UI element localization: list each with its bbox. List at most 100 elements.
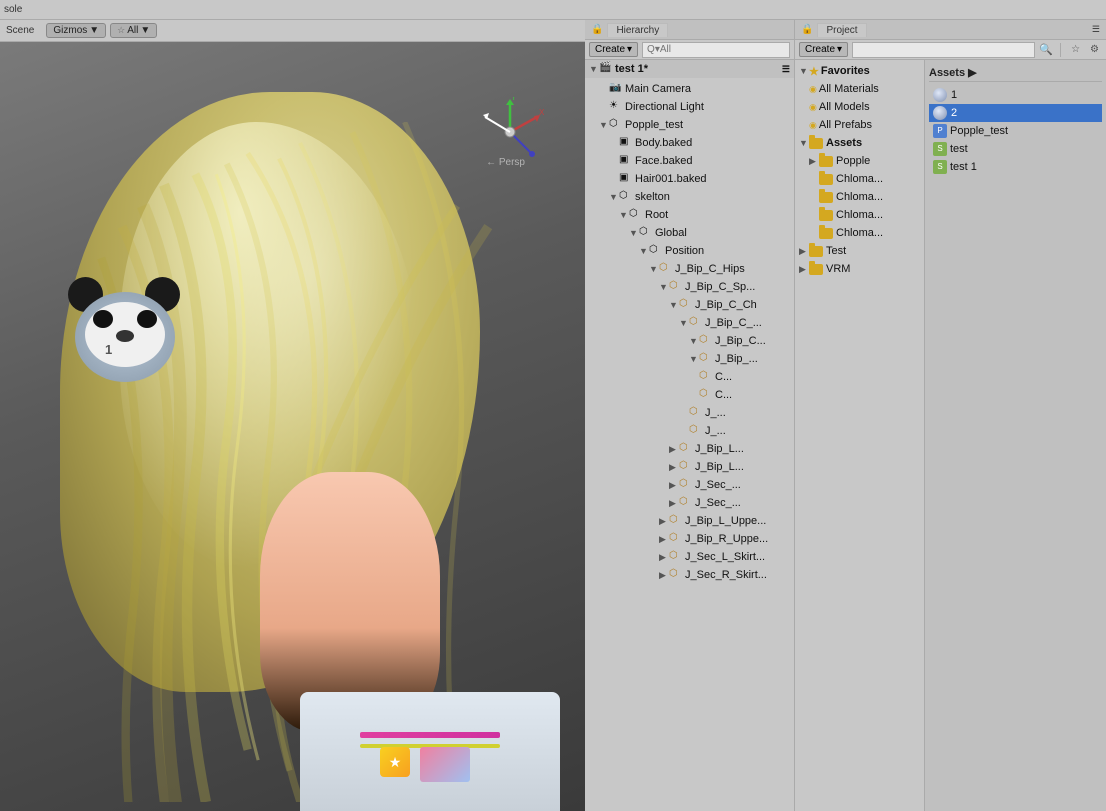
lock-icon[interactable]: 🔒: [591, 24, 603, 35]
arrow: ▼: [619, 210, 629, 220]
project-tab[interactable]: Project: [817, 23, 866, 37]
tree-item-chloma3[interactable]: Chloma...: [795, 206, 924, 224]
tree-item-body-baked[interactable]: ▣ Body.baked: [585, 134, 794, 152]
tree-item-j-sec2[interactable]: ▶ ⬡ J_Sec_...: [585, 494, 794, 512]
scene-tab-label: test 1*: [615, 63, 648, 75]
folder-icon: [809, 264, 823, 275]
tree-item-j-bip-l[interactable]: ▶ ⬡ J_Bip_L...: [585, 440, 794, 458]
tree-item-main-camera[interactable]: 📷 Main Camera: [585, 80, 794, 98]
bone-icon: ⬡: [679, 478, 693, 492]
tree-item-j-bip-4[interactable]: ▼ ⬡ J_Bip_...: [585, 350, 794, 368]
gizmos-button[interactable]: Gizmos ▼: [46, 23, 106, 38]
project-icon-2[interactable]: ⚙: [1087, 43, 1102, 56]
bone-icon: ⬡: [699, 388, 713, 402]
tree-item-j-bip-c-ch[interactable]: ▼ ⬡ J_Bip_C_Ch: [585, 296, 794, 314]
hierarchy-toolbar: Create ▾: [585, 40, 794, 60]
item-label: Global: [655, 227, 687, 239]
tree-item-chloma1[interactable]: Chloma...: [795, 170, 924, 188]
assets-folder-icon: [809, 138, 823, 149]
project-create-button[interactable]: Create ▾: [799, 42, 848, 57]
item-label: skelton: [635, 191, 670, 203]
tree-item-j-bip-r-upper[interactable]: ▶ ⬡ J_Bip_R_Uppe...: [585, 530, 794, 548]
tree-item-c1[interactable]: ⬡ C...: [585, 368, 794, 386]
mesh-icon: ▣: [619, 172, 633, 186]
scene-canvas[interactable]: 1 ★ ← Persp Y: [0, 42, 585, 811]
project-search-icon[interactable]: 🔍: [1039, 43, 1053, 56]
project-search-input[interactable]: [852, 42, 1035, 58]
tree-item-face-baked[interactable]: ▣ Face.baked: [585, 152, 794, 170]
fav-all-models[interactable]: ◉ All Models: [795, 98, 924, 116]
tree-item-j-bip-c-2[interactable]: ▼ ⬡ J_Bip_C_...: [585, 314, 794, 332]
asset-item-test-scene[interactable]: S test: [929, 140, 1102, 158]
tree-item-global[interactable]: ▼ ⬡ Global: [585, 224, 794, 242]
asset-item-1[interactable]: 1: [929, 86, 1102, 104]
bone-icon: ⬡: [669, 280, 683, 294]
char-outfit: ★: [300, 692, 560, 811]
item-label: Body.baked: [635, 137, 692, 149]
scene-menu-icon[interactable]: ☰: [782, 64, 790, 75]
tree-item-position[interactable]: ▼ ⬡ Position: [585, 242, 794, 260]
item-label: C...: [715, 389, 732, 401]
top-bar-label: sole: [4, 4, 22, 15]
arrow: ▶: [659, 552, 669, 563]
separator: [1060, 43, 1061, 57]
hierarchy-create-button[interactable]: Create ▾: [589, 42, 638, 57]
tree-item-directional-light[interactable]: ☀ Directional Light: [585, 98, 794, 116]
item-label: Position: [665, 245, 704, 257]
tree-item-chloma2[interactable]: Chloma...: [795, 188, 924, 206]
item-label: Main Camera: [625, 83, 691, 95]
item-label: J_Sec_L_Skirt...: [685, 551, 765, 563]
folder-icon: [819, 156, 833, 167]
tree-item-j-sec-l-skirt[interactable]: ▶ ⬡ J_Sec_L_Skirt...: [585, 548, 794, 566]
tree-item-j1[interactable]: ⬡ J_...: [585, 404, 794, 422]
tree-item-j-bip-c-hips[interactable]: ▼ ⬡ J_Bip_C_Hips: [585, 260, 794, 278]
tree-item-popple[interactable]: ▶ Popple: [795, 152, 924, 170]
project-create-arrow: ▾: [837, 44, 842, 55]
bone-icon: ⬡: [689, 316, 703, 330]
tree-item-chloma4[interactable]: Chloma...: [795, 224, 924, 242]
item-label: Face.baked: [635, 155, 692, 167]
transform-gizmo: Y X: [475, 97, 545, 167]
project-lock-icon[interactable]: 🔒: [801, 24, 813, 35]
bone-icon: ⬡: [689, 406, 703, 420]
tree-item-j-bip-l2[interactable]: ▶ ⬡ J_Bip_L...: [585, 458, 794, 476]
item-label: Root: [645, 209, 668, 221]
folder-icon: [809, 246, 823, 257]
all-button[interactable]: ☆ All ▼: [110, 23, 157, 38]
tree-item-popple-test[interactable]: ▼ ⬡ Popple_test: [585, 116, 794, 134]
scene-tab-item[interactable]: ▼ 🎬 test 1* ☰: [585, 60, 794, 78]
project-icon-1[interactable]: ☆: [1068, 43, 1083, 56]
tree-item-c2[interactable]: ⬡ C...: [585, 386, 794, 404]
project-menu-icon[interactable]: ☰: [1092, 24, 1100, 35]
tree-item-j-bip-l-upper[interactable]: ▶ ⬡ J_Bip_L_Uppe...: [585, 512, 794, 530]
tree-item-j-sec-r-skirt[interactable]: ▶ ⬡ J_Sec_R_Skirt...: [585, 566, 794, 584]
right-panels: 🔒 Hierarchy Create ▾ ▼ 🎬: [585, 20, 1106, 811]
tree-item-test[interactable]: ▶ Test: [795, 242, 924, 260]
fav-all-prefabs[interactable]: ◉ All Prefabs: [795, 116, 924, 134]
tree-item-j-bip-c-spine[interactable]: ▼ ⬡ J_Bip_C_Sp...: [585, 278, 794, 296]
tree-item-j2[interactable]: ⬡ J_...: [585, 422, 794, 440]
tree-item-hair001-baked[interactable]: ▣ Hair001.baked: [585, 170, 794, 188]
tree-item-skelton[interactable]: ▼ ⬡ skelton: [585, 188, 794, 206]
hierarchy-search-input[interactable]: [642, 42, 790, 58]
asset-item-popple-test[interactable]: P Popple_test: [929, 122, 1102, 140]
outfit-stripe-1: [360, 732, 500, 738]
tree-item-j-bip-c-3[interactable]: ▼ ⬡ J_Bip_C...: [585, 332, 794, 350]
tree-item-vrm[interactable]: ▶ VRM: [795, 260, 924, 278]
tree-item-j-sec1[interactable]: ▶ ⬡ J_Sec_...: [585, 476, 794, 494]
project-assets-panel: Assets ▶ 1 2: [925, 60, 1106, 811]
folder-icon: [819, 228, 833, 239]
panda-accessory: 1: [60, 272, 210, 412]
fav-all-materials[interactable]: ◉ All Materials: [795, 80, 924, 98]
item-label: C...: [715, 371, 732, 383]
item-label: J_Bip_L...: [695, 443, 744, 455]
hierarchy-tab[interactable]: Hierarchy: [607, 23, 668, 37]
asset-item-test-1[interactable]: S test 1: [929, 158, 1102, 176]
asset-item-2[interactable]: 2: [929, 104, 1102, 122]
item-label: Test: [826, 245, 846, 257]
sphere-icon: [933, 106, 947, 120]
arrow: ▶: [669, 480, 679, 491]
tree-item-root[interactable]: ▼ ⬡ Root: [585, 206, 794, 224]
fav-icon: ◉: [809, 102, 817, 113]
item-label: J_Sec_R_Skirt...: [685, 569, 767, 581]
